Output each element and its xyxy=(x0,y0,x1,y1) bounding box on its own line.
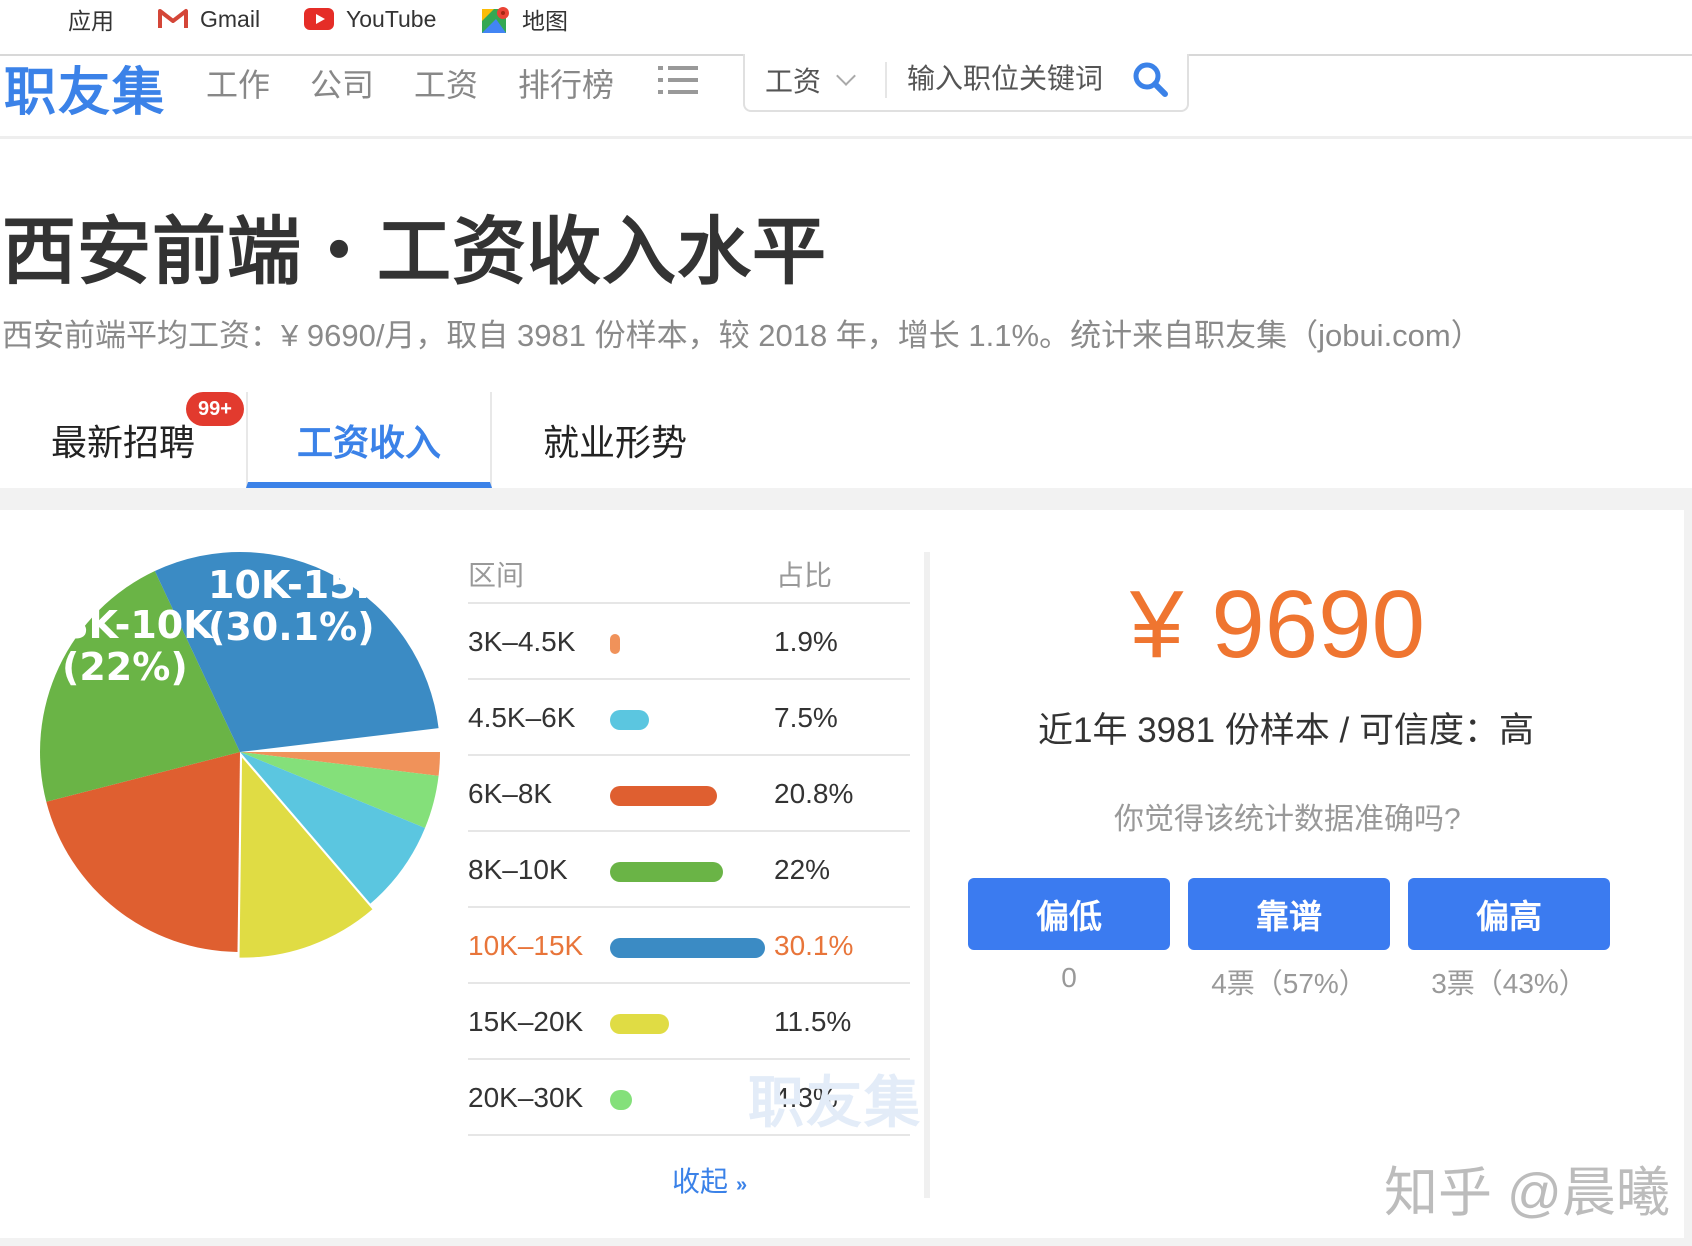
double-chevron-right-icon: » xyxy=(736,1174,748,1196)
salary-pie-chart: 10K-15K(30.1%)8K-10K(22%) xyxy=(39,552,440,958)
tab-employment-trend[interactable]: 就业形势 xyxy=(492,392,738,488)
bookmark-apps[interactable]: 应用 xyxy=(30,2,114,36)
range-label: 10K–15K xyxy=(468,930,584,961)
currency-symbol: ¥ xyxy=(1130,571,1184,678)
accuracy-question: 你觉得该统计数据准确吗? xyxy=(1114,803,1461,836)
bookmark-label: YouTube xyxy=(346,5,437,32)
count-badge: 99+ xyxy=(186,392,244,426)
share-bar xyxy=(610,938,765,958)
share-value: 1.9% xyxy=(774,626,838,657)
column-header-range: 区间 xyxy=(468,560,525,591)
pie-slice-label: (30.1%) xyxy=(208,605,375,649)
share-bar xyxy=(610,862,724,882)
vertical-divider xyxy=(924,552,930,1198)
bookmark-label: 应用 xyxy=(68,8,114,34)
tab-salary-income[interactable]: 工资收入 xyxy=(246,392,492,488)
section-separator xyxy=(0,488,1692,510)
bottom-band xyxy=(0,1238,1692,1246)
maps-icon xyxy=(482,5,510,33)
pie-slice-label: 10K-15K xyxy=(208,563,387,607)
share-value: 11.5% xyxy=(774,1006,852,1037)
table-row: 6K–8K 20.8% xyxy=(468,756,910,832)
table-row: 15K–20K 11.5% xyxy=(468,984,910,1060)
bookmark-gmail[interactable]: Gmail xyxy=(158,2,260,36)
search-box: 工资 xyxy=(743,54,1189,112)
bookmark-maps[interactable]: 地图 xyxy=(482,2,568,36)
pie-slice-label: (22%) xyxy=(62,645,188,689)
range-label: 6K–8K xyxy=(468,778,553,809)
nav-item-companies[interactable]: 公司 xyxy=(310,60,374,106)
tab-label: 工资收入 xyxy=(296,422,441,463)
average-value: 9690 xyxy=(1211,571,1425,678)
apps-grid-icon xyxy=(30,6,56,32)
table-body: 3K–4.5K 1.9% 4.5K–6K 7.5% 6K–8K 20.8% 8K–10K 22… xyxy=(468,604,910,1136)
average-salary: ¥9690 xyxy=(1130,570,1425,680)
site-logo[interactable]: 职友集 xyxy=(4,50,166,125)
search-type-value: 工资 xyxy=(765,66,822,97)
collapse-label: 收起 xyxy=(672,1166,729,1197)
share-bar xyxy=(610,1014,670,1034)
nav-item-jobs[interactable]: 工作 xyxy=(206,60,270,106)
share-bar xyxy=(610,710,649,730)
vote-count-too-high: 3票（43%） xyxy=(1431,968,1587,999)
table-row: 10K–15K 30.1% xyxy=(468,908,910,984)
range-label: 15K–20K xyxy=(468,1006,584,1037)
chevron-down-icon xyxy=(836,66,856,86)
share-value: 30.1% xyxy=(774,930,854,961)
bookmark-label: Gmail xyxy=(200,5,261,32)
jobui-watermark: 职友集 xyxy=(748,1071,922,1134)
gmail-icon xyxy=(158,8,188,30)
nav-item-rankings[interactable]: 排行榜 xyxy=(518,60,614,106)
range-label: 3K–4.5K xyxy=(468,626,576,657)
range-label: 4.5K–6K xyxy=(468,702,576,733)
collapse-link[interactable]: 收起 » xyxy=(672,1160,747,1200)
table-header: 区间 占比 xyxy=(468,548,910,604)
bookmark-youtube[interactable]: YouTube xyxy=(304,2,436,36)
page-subtitle: 西安前端平均工资：¥ 9690/月，取自 3981 份样本，较 2018 年，增… xyxy=(2,318,1482,353)
tab-label: 最新招聘 xyxy=(50,422,195,463)
share-value: 20.8% xyxy=(774,778,854,809)
vote-reliable-button[interactable]: 靠谱 xyxy=(1188,878,1390,950)
range-label: 8K–10K xyxy=(468,854,568,885)
page-title: 西安前端・工资收入水平 xyxy=(2,210,827,293)
nav-item-salary[interactable]: 工资 xyxy=(414,60,478,106)
tab-bar: 最新招聘 99+ 工资收入 就业形势 xyxy=(0,392,1692,488)
youtube-icon xyxy=(304,8,334,30)
range-label: 20K–30K xyxy=(468,1082,584,1113)
search-type-select[interactable]: 工资 xyxy=(765,60,856,100)
column-header-share: 占比 xyxy=(776,560,833,591)
tab-latest-jobs[interactable]: 最新招聘 99+ xyxy=(0,392,246,488)
list-menu-icon[interactable] xyxy=(658,64,698,96)
salary-distribution-table: 区间 占比 3K–4.5K 1.9% 4.5K–6K 7.5% 6K–8K 20.8% 8K… xyxy=(468,548,910,1136)
vote-count-too-low: 0 xyxy=(1061,962,1077,993)
pie-slice-label: 8K-10K xyxy=(62,603,214,647)
vote-too-low-button[interactable]: 偏低 xyxy=(968,878,1170,950)
table-row: 8K–10K 22% xyxy=(468,832,910,908)
share-value: 7.5% xyxy=(774,702,838,733)
page-edge xyxy=(1684,510,1692,1246)
sample-info: 近1年 3981 份样本 / 可信度：高 xyxy=(1038,711,1534,750)
search-input[interactable] xyxy=(905,58,1119,100)
bookmarks-bar: 应用 Gmail YouTube 地图 xyxy=(0,0,1692,56)
site-header: 职友集 工作 公司 工资 排行榜 工资 xyxy=(0,54,1692,139)
search-separator xyxy=(885,62,887,98)
table-row: 4.5K–6K 7.5% xyxy=(468,680,910,756)
share-bar xyxy=(610,1090,633,1110)
vote-count-reliable: 4票（57%） xyxy=(1211,968,1367,999)
share-value: 22% xyxy=(774,854,831,885)
zhihu-watermark: 知乎 @晨曦 xyxy=(1384,1163,1670,1223)
share-bar xyxy=(610,786,718,806)
table-row: 3K–4.5K 1.9% xyxy=(468,604,910,680)
vote-too-high-button[interactable]: 偏高 xyxy=(1408,878,1610,950)
bookmark-label: 地图 xyxy=(522,8,568,34)
share-bar xyxy=(610,634,620,654)
tab-label: 就业形势 xyxy=(542,422,687,463)
search-icon[interactable] xyxy=(1131,60,1171,100)
